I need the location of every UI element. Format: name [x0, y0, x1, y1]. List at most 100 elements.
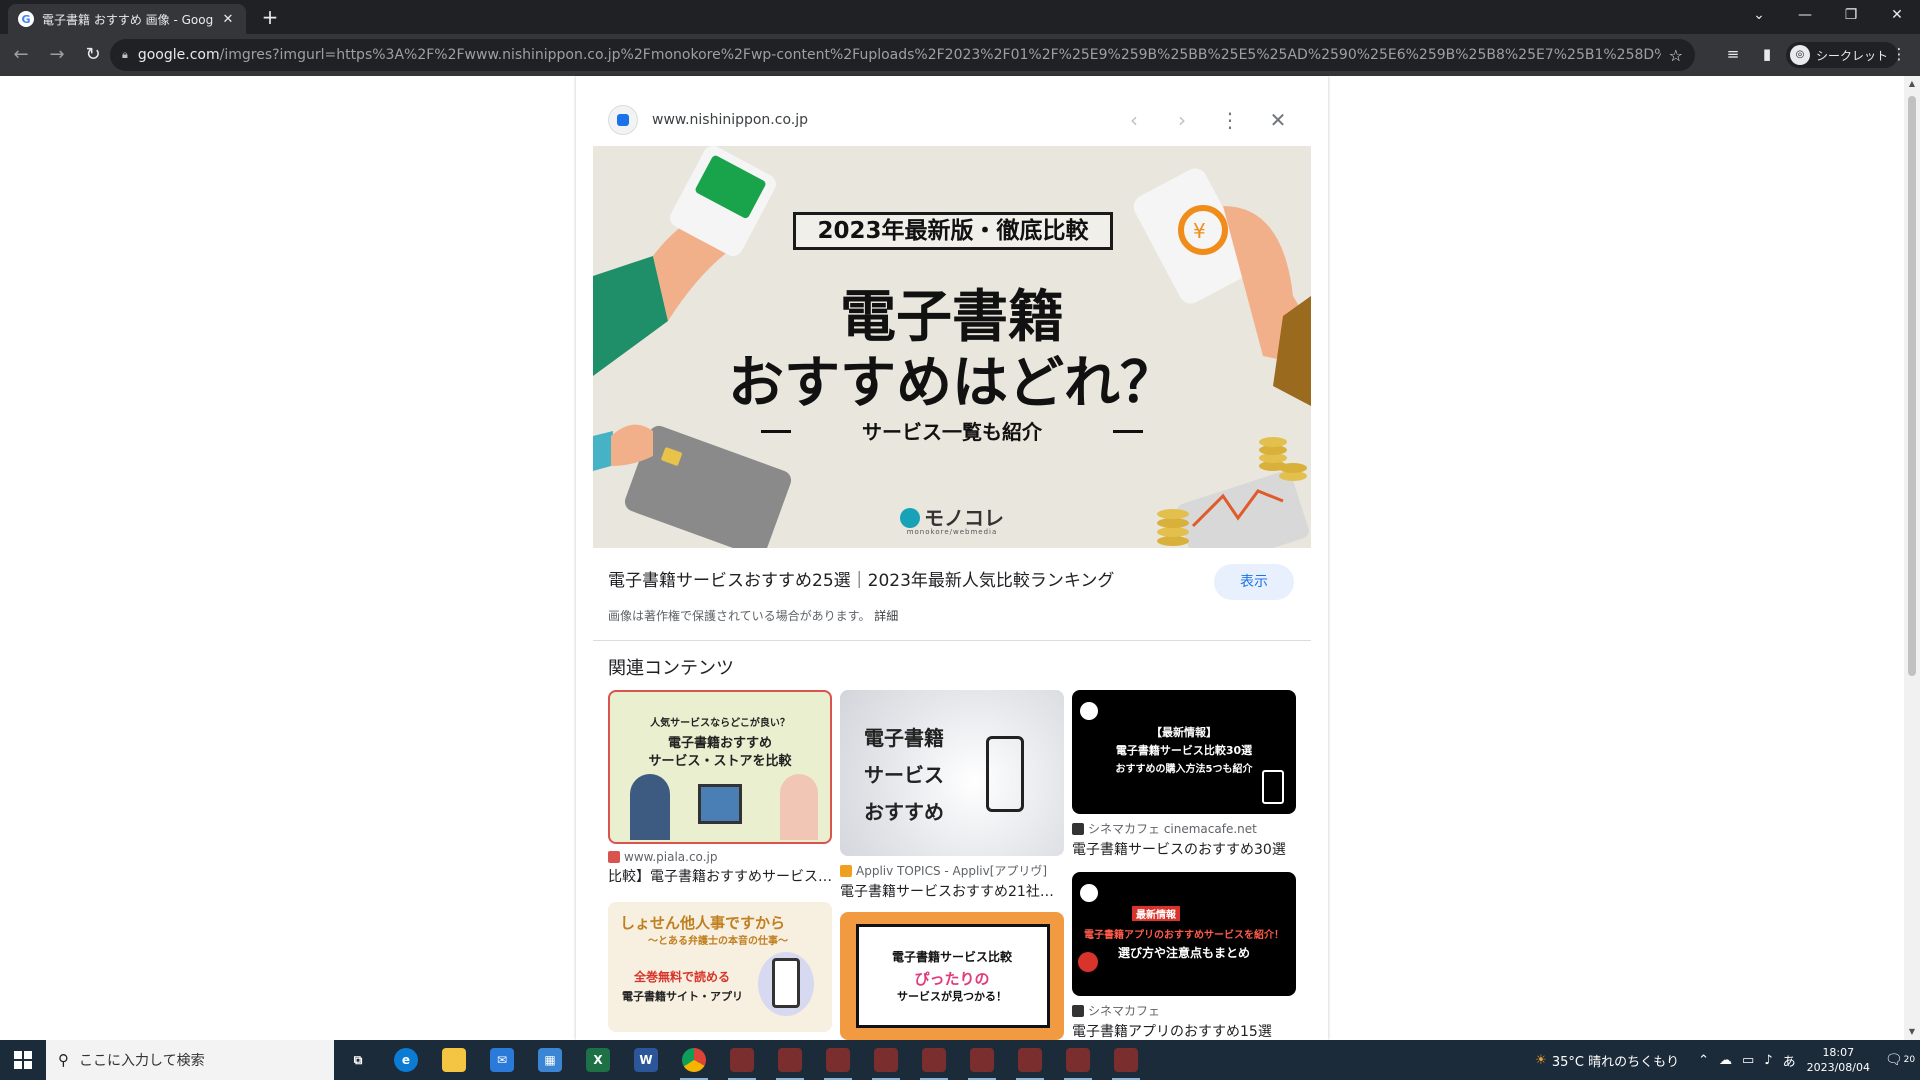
site-name[interactable]: www.nishinippon.co.jp	[652, 112, 1104, 128]
scrollbar-thumb[interactable]	[1908, 96, 1916, 676]
incognito-indicator[interactable]: ◎ シークレット	[1786, 42, 1899, 68]
source-favicon-icon	[608, 851, 620, 863]
related-thumbnail[interactable]: 人気サービスならどこが良い？ 電子書籍おすすめ サービス・ストアを比較	[608, 690, 832, 844]
side-panel-icon[interactable]: ▮	[1752, 39, 1782, 69]
source-favicon-icon	[840, 864, 852, 877]
store-icon[interactable]: ▦	[526, 1040, 574, 1080]
scroll-down-icon[interactable]: ▼	[1904, 1024, 1920, 1040]
app-window-icon[interactable]	[718, 1040, 766, 1080]
hero-subline: サービス一覧も紹介	[862, 420, 1042, 444]
search-icon: ⚲	[58, 1051, 69, 1069]
reload-icon[interactable]: ↻	[78, 40, 108, 70]
weather-text[interactable]: 35°C 晴れのちくもり	[1552, 1051, 1679, 1070]
previous-image-icon[interactable]: ‹	[1116, 102, 1152, 138]
weather-icon[interactable]: ☀	[1535, 1053, 1547, 1068]
copyright-detail-link[interactable]: 詳細	[874, 609, 898, 623]
page-content: www.nishinippon.co.jp ‹ › ⋮ ✕ ¥ 2023年最新版…	[0, 76, 1904, 1040]
related-card[interactable]: 【最新情報】 電子書籍サービス比較30選 おすすめの購入方法5つも紹介 シネマカ…	[1072, 690, 1296, 859]
related-card[interactable]: 最新情報 電子書籍アプリのおすすめサービスを紹介！ 選び方や注意点もまとめ シネ…	[1072, 872, 1296, 1041]
media-control-icon[interactable]: ≡	[1718, 39, 1748, 69]
back-arrow-icon[interactable]: ←	[6, 40, 36, 70]
windows-logo-icon	[14, 1051, 32, 1069]
logo-mark-icon	[900, 508, 920, 528]
app-window-icon[interactable]	[766, 1040, 814, 1080]
related-thumbnail[interactable]: 電子書籍 サービス おすすめ	[840, 690, 1064, 856]
google-favicon-icon: G	[18, 11, 34, 27]
close-window-button[interactable]: ✕	[1874, 0, 1920, 30]
taskbar-search[interactable]: ⚲ ここに入力して検索	[46, 1040, 334, 1080]
minimize-button[interactable]: —	[1782, 0, 1828, 30]
kebab-menu-icon[interactable]: ⋮	[1884, 39, 1914, 69]
app-window-icon[interactable]	[1102, 1040, 1150, 1080]
app-window-icon[interactable]	[1054, 1040, 1102, 1080]
site-logo-icon	[1080, 884, 1098, 902]
related-thumbnail[interactable]: しょせん他人事ですから 〜とある弁護士の本音の仕事〜 全巻無料で読める 電子書籍…	[608, 902, 832, 1032]
excel-icon[interactable]: X	[574, 1040, 622, 1080]
related-title-text[interactable]: 電子書籍サービスのおすすめ30選	[1072, 839, 1296, 859]
windows-taskbar: ⚲ ここに入力して検索 ⧉ e ✉ ▦ X W ☀ 35°C 晴れのちくもり ⌃…	[0, 1040, 1920, 1080]
related-card[interactable]: 人気サービスならどこが良い？ 電子書籍おすすめ サービス・ストアを比較 www.…	[608, 690, 832, 886]
app-window-icon[interactable]	[958, 1040, 1006, 1080]
edge-icon[interactable]: e	[382, 1040, 430, 1080]
related-title-text[interactable]: 電子書籍サービスおすすめ21社比較	[840, 881, 1064, 901]
file-explorer-icon[interactable]	[430, 1040, 478, 1080]
hero-logo: モノコレ	[593, 502, 1311, 531]
close-panel-icon[interactable]: ✕	[1260, 102, 1296, 138]
thumb-line: ぴったりの	[914, 970, 990, 988]
lock-icon[interactable]: 🔒︎	[122, 48, 128, 62]
thumb-line: 選び方や注意点もまとめ	[1117, 946, 1250, 960]
app-window-icon[interactable]	[814, 1040, 862, 1080]
network-icon[interactable]: ▭	[1742, 1053, 1754, 1068]
thumb-line: 電子書籍おすすめ	[667, 736, 772, 751]
app-window-icon[interactable]	[862, 1040, 910, 1080]
related-thumbnail[interactable]: 【最新情報】 電子書籍サービス比較30選 おすすめの購入方法5つも紹介	[1072, 690, 1296, 814]
windows-start-button[interactable]	[0, 1040, 46, 1080]
smartphone-icon	[772, 958, 800, 1008]
new-tab-button[interactable]: +	[258, 6, 282, 30]
taskbar-clock[interactable]: 18:07 2023/08/04	[1807, 1045, 1870, 1075]
related-card[interactable]: 電子書籍 サービス おすすめ Appliv TOPICS - Appliv[アプ…	[840, 690, 1064, 901]
stop-sign-icon	[1078, 952, 1098, 972]
task-view-icon[interactable]: ⧉	[334, 1040, 382, 1080]
app-window-icon[interactable]	[1006, 1040, 1054, 1080]
restore-button[interactable]: ❐	[1828, 0, 1874, 30]
chrome-icon[interactable]	[670, 1040, 718, 1080]
scroll-up-icon[interactable]: ▲	[1904, 76, 1920, 92]
related-source: Appliv TOPICS - Appliv[アプリヴ]	[840, 862, 1064, 879]
address-bar[interactable]: 🔒︎ google.com/imgres?imgurl=https%3A%2F%…	[110, 39, 1695, 71]
related-thumbnail[interactable]: 最新情報 電子書籍アプリのおすすめサービスを紹介！ 選び方や注意点もまとめ	[1072, 872, 1296, 996]
related-title-text[interactable]: 比較】電子書籍おすすめサービス・ストアを比較	[608, 866, 832, 886]
app-window-icon[interactable]	[910, 1040, 958, 1080]
preview-image[interactable]: ¥ 2023年最新版・徹底比較 電子書籍 おすすめはどれ？ サービス一覧も紹介 …	[593, 146, 1311, 548]
thumb-line: 【最新情報】	[1151, 726, 1217, 739]
related-source: シネマカフェ cinemacafe.net	[1072, 820, 1296, 837]
star-icon[interactable]: ☆	[1669, 46, 1683, 65]
volume-icon[interactable]: ♪	[1764, 1053, 1772, 1068]
related-card[interactable]: しょせん他人事ですから 〜とある弁護士の本音の仕事〜 全巻無料で読める 電子書籍…	[608, 902, 832, 1032]
related-thumbnail[interactable]: 電子書籍サービス比較 ぴったりの サービスが見つかる！	[840, 912, 1064, 1040]
page-scrollbar[interactable]: ▲ ▼	[1904, 76, 1920, 1040]
tab-search-icon[interactable]: ⌄	[1736, 0, 1782, 30]
view-button[interactable]: 表示	[1214, 564, 1294, 600]
ime-indicator[interactable]: あ	[1783, 1051, 1796, 1070]
thumb-line: 人気サービスならどこが良い？	[650, 718, 790, 729]
url-text[interactable]: google.com/imgres?imgurl=https%3A%2F%2Fw…	[138, 47, 1661, 63]
word-icon[interactable]: W	[622, 1040, 670, 1080]
mail-icon[interactable]: ✉	[478, 1040, 526, 1080]
forward-arrow-icon[interactable]: →	[42, 40, 72, 70]
tab-close-icon[interactable]: ✕	[220, 12, 236, 27]
more-options-icon[interactable]: ⋮	[1212, 102, 1248, 138]
related-title-text[interactable]: 電子書籍アプリのおすすめ15選	[1072, 1021, 1296, 1041]
next-image-icon[interactable]: ›	[1164, 102, 1200, 138]
tray-chevron-icon[interactable]: ⌃	[1698, 1053, 1709, 1068]
notification-center[interactable]: 🗨︎ 20	[1880, 1040, 1920, 1080]
related-title: 関連コンテンツ	[608, 658, 734, 679]
related-card[interactable]: 電子書籍サービス比較 ぴったりの サービスが見つかる！	[840, 912, 1064, 1040]
browser-tab[interactable]: G 電子書籍 おすすめ 画像 - Google 画像検索 ✕	[8, 4, 246, 34]
hero-logo-sub: monokore/webmedia	[906, 528, 998, 536]
result-title[interactable]: 電子書籍サービスおすすめ25選｜2023年最新人気比較ランキング	[608, 566, 1114, 591]
clock-date: 2023/08/04	[1806, 1061, 1870, 1074]
divider	[593, 640, 1311, 641]
clock-time: 18:07	[1822, 1046, 1855, 1059]
onedrive-icon[interactable]: ☁	[1719, 1053, 1732, 1068]
